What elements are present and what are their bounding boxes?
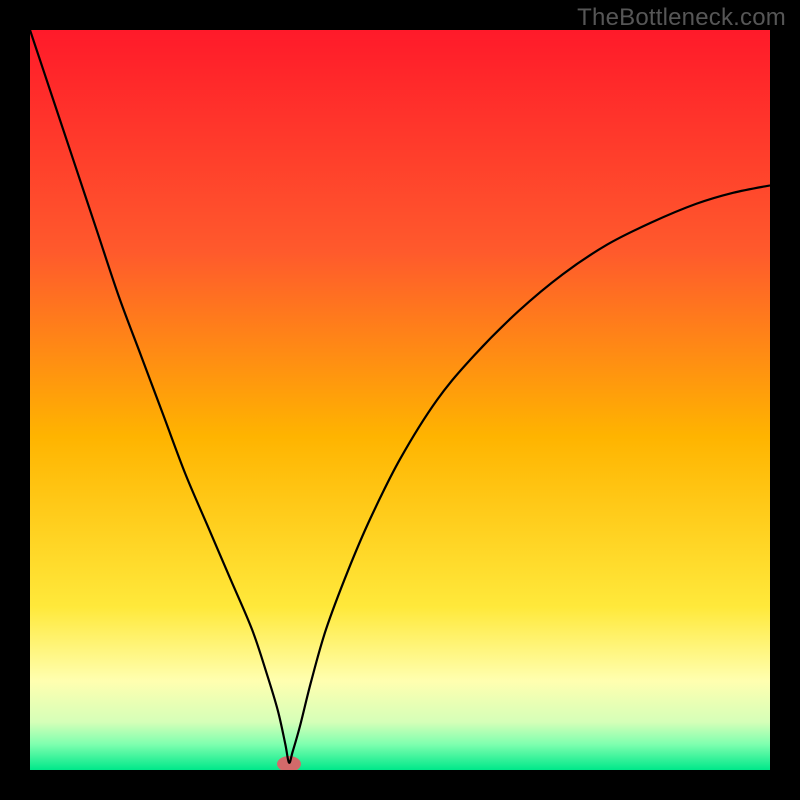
watermark-label: TheBottleneck.com (577, 4, 786, 32)
chart-frame: TheBottleneck.com (0, 0, 800, 800)
bottleneck-chart (30, 30, 770, 770)
chart-background (30, 30, 770, 770)
